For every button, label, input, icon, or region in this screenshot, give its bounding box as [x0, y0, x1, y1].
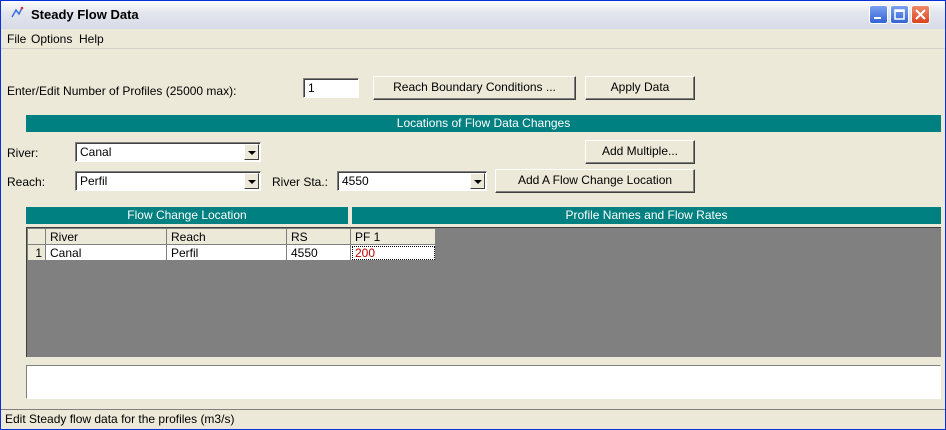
apply-data-button[interactable]: Apply Data [585, 76, 695, 100]
column-header-river[interactable]: River [45, 228, 167, 245]
chevron-down-icon[interactable] [244, 144, 259, 160]
chevron-down-icon[interactable] [244, 173, 259, 189]
column-header-pf1[interactable]: PF 1 [350, 228, 436, 245]
table-header-row: River Reach RS PF 1 [27, 228, 436, 245]
message-box [26, 365, 941, 399]
river-station-label: River Sta.: [272, 175, 329, 189]
menu-help[interactable]: Help [79, 32, 104, 46]
profiles-label: Enter/Edit Number of Profiles (25000 max… [7, 84, 237, 98]
reach-dropdown[interactable]: Perfil [75, 171, 261, 191]
cell-pf1-flow[interactable]: 200 [350, 244, 436, 261]
add-flow-change-location-button[interactable]: Add A Flow Change Location [495, 169, 695, 193]
reach-boundary-conditions-button[interactable]: Reach Boundary Conditions ... [373, 76, 576, 100]
river-station-value: 4550 [342, 174, 369, 188]
flow-change-location-header: Flow Change Location [26, 207, 348, 224]
maximize-icon[interactable] [890, 5, 909, 24]
profiles-count-input[interactable]: 1 [303, 78, 359, 98]
close-icon[interactable] [911, 5, 930, 24]
profile-names-header: Profile Names and Flow Rates [352, 207, 941, 224]
status-bar: Edit Steady flow data for the profiles (… [1, 409, 945, 429]
river-dropdown[interactable]: Canal [75, 142, 261, 162]
menu-options[interactable]: Options [31, 32, 72, 46]
river-station-dropdown[interactable]: 4550 [337, 171, 487, 191]
reach-label: Reach: [7, 175, 46, 189]
corner-cell [27, 228, 46, 245]
column-header-rs[interactable]: RS [286, 228, 351, 245]
window-title: Steady Flow Data [31, 7, 139, 22]
flow-data-grid[interactable]: River Reach RS PF 1 1 Canal Perfil 4550 … [26, 227, 941, 357]
reach-value: Perfil [80, 174, 108, 188]
app-icon [11, 6, 24, 18]
cell-reach: Perfil [166, 244, 287, 261]
cell-rs: 4550 [286, 244, 351, 261]
menu-file[interactable]: File [7, 32, 26, 46]
table-row: 1 Canal Perfil 4550 200 [27, 244, 436, 261]
status-text: Edit Steady flow data for the profiles (… [5, 412, 235, 426]
add-multiple-button[interactable]: Add Multiple... [585, 140, 695, 164]
river-label: River: [7, 146, 39, 160]
chevron-down-icon[interactable] [470, 173, 485, 189]
title-bar[interactable]: Steady Flow Data [1, 1, 945, 30]
row-number[interactable]: 1 [27, 244, 46, 261]
locations-header: Locations of Flow Data Changes [26, 115, 941, 132]
column-header-reach[interactable]: Reach [166, 228, 287, 245]
flow-data-table: River Reach RS PF 1 1 Canal Perfil 4550 … [27, 228, 436, 261]
river-value: Canal [80, 145, 112, 159]
minimize-icon[interactable] [869, 5, 888, 24]
cell-river: Canal [45, 244, 167, 261]
steady-flow-window: Steady Flow Data File Options Help Enter… [0, 0, 946, 430]
menu-bar: File Options Help [1, 29, 945, 49]
